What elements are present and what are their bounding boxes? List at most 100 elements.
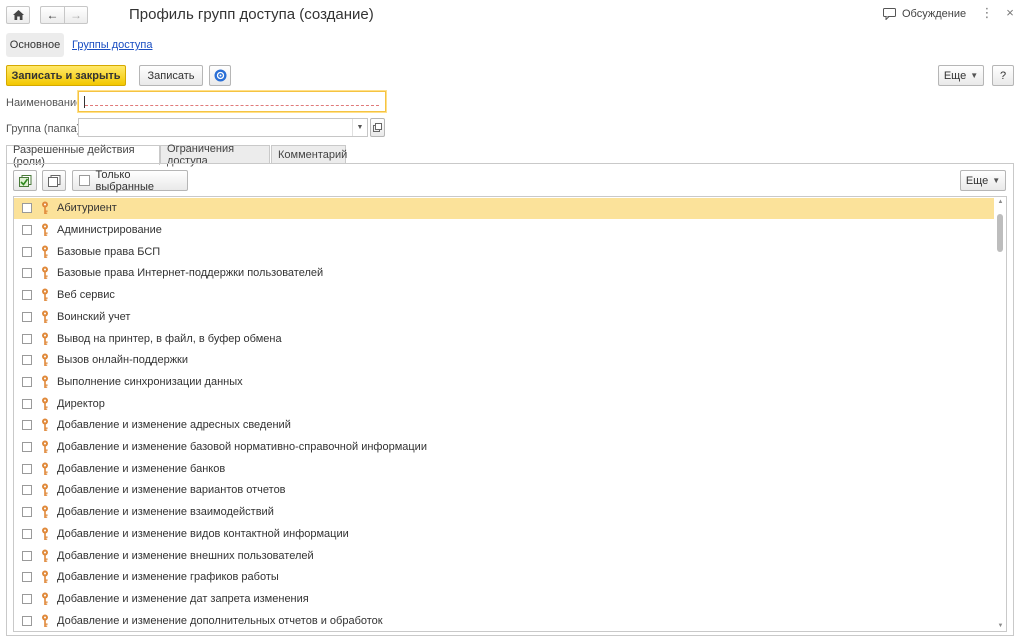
key-icon (42, 505, 48, 519)
name-field[interactable] (78, 91, 386, 112)
back-button[interactable]: ← (40, 6, 64, 24)
role-checkbox[interactable] (22, 398, 32, 409)
role-checkbox[interactable] (22, 268, 32, 279)
role-checkbox[interactable] (22, 333, 32, 344)
list-item[interactable]: Базовые права Интернет-поддержки пользов… (14, 263, 994, 285)
uncheck-all-button[interactable] (42, 170, 66, 191)
role-label: Добавление и изменение видов контактной … (57, 527, 349, 540)
help-button[interactable]: ? (992, 65, 1014, 86)
list-item[interactable]: Выполнение синхронизации данных (14, 371, 994, 393)
key-icon (42, 223, 48, 237)
more-actions-icon[interactable]: ⋮ (979, 5, 995, 21)
save-button[interactable]: Записать (139, 65, 203, 86)
role-checkbox[interactable] (22, 246, 32, 257)
key-icon (42, 549, 48, 562)
role-checkbox[interactable] (22, 507, 32, 518)
role-checkbox[interactable] (22, 442, 32, 453)
list-item[interactable]: Веб сервис (14, 284, 994, 306)
role-label: Добавление и изменение дополнительных от… (57, 614, 383, 627)
role-label: Абитуриент (57, 202, 117, 215)
scrollbar[interactable]: ▲ ▼ (997, 199, 1004, 629)
key-icon (42, 483, 48, 497)
list-item[interactable]: Добавление и изменение дополнительных от… (14, 610, 994, 631)
role-checkbox[interactable] (22, 355, 32, 366)
home-button[interactable] (6, 6, 30, 24)
only-selected-toggle[interactable]: Только выбранные (72, 168, 188, 193)
role-checkbox[interactable] (22, 420, 32, 431)
roles-list[interactable]: Добавление и изменение дополнительных от… (13, 196, 1007, 632)
list-item[interactable]: Добавление и изменение вариантов отчетов (14, 480, 994, 502)
key-icon (42, 332, 48, 345)
list-item[interactable]: Добавление и изменение внешних пользоват… (14, 545, 994, 567)
role-checkbox[interactable] (22, 485, 32, 496)
key-icon (42, 527, 48, 540)
list-item[interactable]: Добавление и изменение видов контактной … (14, 523, 994, 545)
role-label: Добавление и изменение банков (57, 462, 226, 475)
check-all-icon (18, 174, 31, 187)
forward-button[interactable]: → (64, 6, 88, 24)
scroll-down-icon[interactable]: ▼ (997, 623, 1004, 629)
list-item[interactable]: Добавление и изменение адресных сведений (14, 415, 994, 437)
list-item[interactable]: Директор (14, 393, 994, 415)
role-checkbox[interactable] (22, 463, 32, 474)
list-more-button[interactable]: Еще ▼ (960, 170, 1006, 191)
role-checkbox[interactable] (22, 376, 32, 387)
list-item[interactable]: Воинский учет (14, 306, 994, 328)
group-dropdown-button[interactable]: ▼ (352, 119, 367, 136)
tab-access-groups-link[interactable]: Группы доступа (72, 39, 152, 51)
role-checkbox[interactable] (22, 225, 32, 236)
list-item[interactable]: Администрирование (14, 219, 994, 241)
list-item[interactable]: Добавление и изменение графиков работы (14, 566, 994, 588)
uncheck-all-icon (47, 174, 60, 187)
page-title: Профиль групп доступа (создание) (129, 6, 374, 23)
tab-comment[interactable]: Комментарий (271, 145, 347, 164)
list-item[interactable]: Добавление и изменение дат запрета измен… (14, 588, 994, 610)
role-label: Базовые права БСП (57, 245, 161, 258)
scrollbar-thumb[interactable] (997, 214, 1003, 252)
more-button[interactable]: Еще ▼ (938, 65, 984, 86)
role-checkbox[interactable] (22, 615, 32, 626)
list-item[interactable]: Вызов онлайн-поддержки (14, 349, 994, 371)
list-item[interactable]: Добавление и изменение взаимодействий (14, 501, 994, 523)
related-docs-button[interactable] (209, 65, 231, 86)
only-selected-label: Только выбранные (95, 168, 154, 193)
key-icon (42, 201, 48, 215)
home-icon (12, 10, 24, 20)
role-label: Воинский учет (57, 310, 131, 323)
key-icon (42, 570, 48, 584)
list-item[interactable]: Добавление и изменение банков (14, 458, 994, 480)
role-label: Вызов онлайн-поддержки (57, 354, 189, 367)
tab-main[interactable]: Основное (6, 33, 64, 57)
key-icon (42, 440, 48, 454)
role-checkbox[interactable] (22, 290, 32, 301)
role-label: Добавление и изменение вариантов отчетов (57, 484, 286, 497)
check-all-button[interactable] (13, 170, 37, 191)
scroll-up-icon[interactable]: ▲ (997, 199, 1004, 205)
list-item[interactable]: Базовые права БСП (14, 241, 994, 263)
role-label: Веб сервис (57, 289, 115, 302)
role-checkbox[interactable] (22, 593, 32, 604)
key-icon (42, 462, 48, 475)
checkbox-icon (79, 175, 90, 186)
key-icon (42, 397, 48, 410)
role-checkbox[interactable] (22, 528, 32, 539)
group-field[interactable]: ▼ (78, 118, 368, 137)
list-item[interactable]: Добавление и изменение базовой нормативн… (14, 436, 994, 458)
group-open-button[interactable] (370, 118, 385, 137)
save-and-close-button[interactable]: Записать и закрыть (6, 65, 126, 86)
close-icon[interactable]: × (1002, 5, 1018, 20)
role-checkbox[interactable] (22, 311, 32, 322)
list-item[interactable]: Вывод на принтер, в файл, в буфер обмена (14, 328, 994, 350)
role-checkbox[interactable] (22, 550, 32, 561)
tab-access-restrictions[interactable]: Ограничения доступа (160, 143, 270, 167)
role-label: Добавление и изменение базовой нормативн… (57, 441, 427, 454)
list-item[interactable]: Абитуриент (14, 197, 994, 220)
key-icon (42, 353, 48, 367)
role-checkbox[interactable] (22, 572, 32, 583)
open-form-icon (373, 123, 382, 132)
role-checkbox[interactable] (22, 203, 32, 214)
arrow-right-icon: → (70, 8, 82, 22)
discussion-button[interactable]: Обсуждение (883, 8, 966, 20)
tab-allowed-actions[interactable]: Разрешенные действия (роли) (6, 144, 160, 168)
key-icon (42, 375, 48, 388)
